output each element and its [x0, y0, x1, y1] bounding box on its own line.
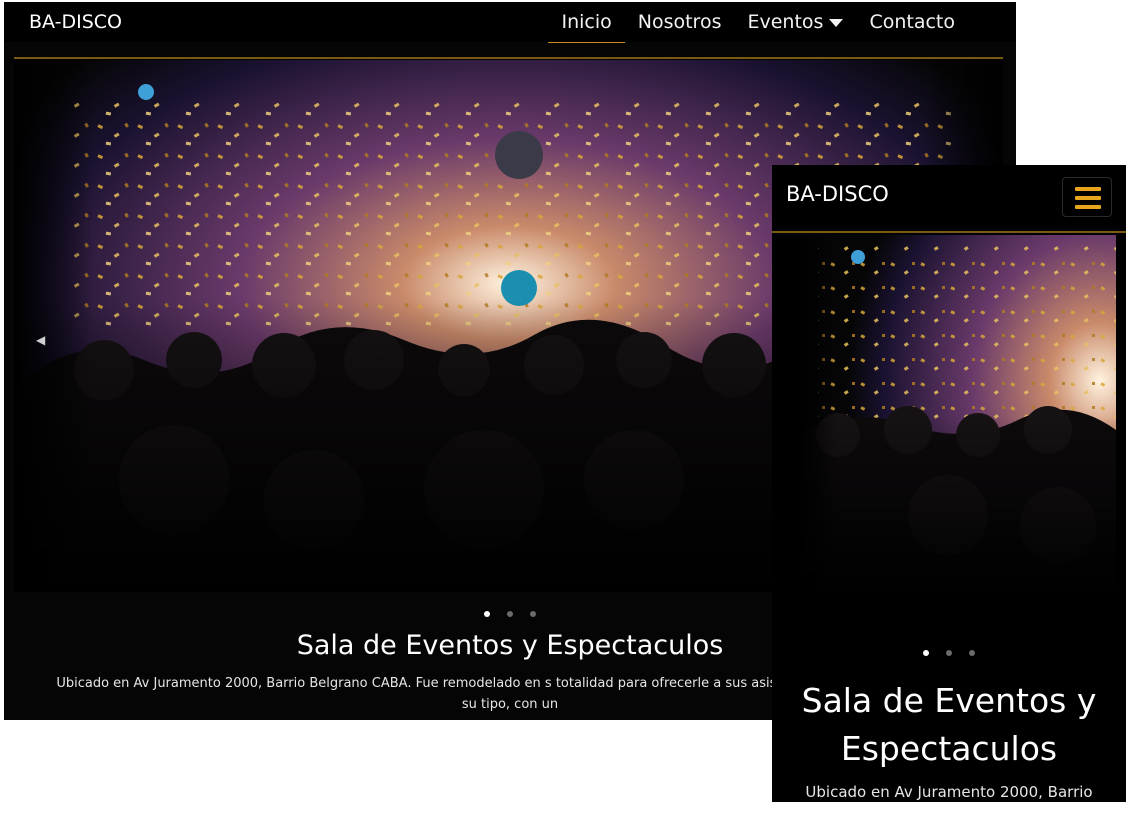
hamburger-menu-button[interactable] [1062, 177, 1112, 217]
hamburger-icon [1075, 187, 1101, 191]
hamburger-icon [1075, 205, 1101, 209]
mobile-view: BA-DISCO Sala de Eventos y Espectaculos … [772, 165, 1126, 802]
navbar: BA-DISCO Inicio Nosotros Eventos Contact… [4, 2, 1016, 43]
mobile-navbar: BA-DISCO [772, 165, 1126, 227]
nav-item-eventos[interactable]: Eventos [734, 11, 856, 33]
mobile-carousel-indicators [772, 641, 1126, 660]
mobile-carousel-image [798, 235, 1116, 599]
nav-item-nosotros[interactable]: Nosotros [625, 11, 735, 33]
nav-divider [14, 57, 1003, 59]
mobile-carousel-caption: Sala de Eventos y Espectaculos Ubicado e… [772, 677, 1126, 801]
carousel-indicator[interactable] [922, 650, 929, 656]
caret-down-icon [829, 18, 844, 27]
brand-logo[interactable]: BA-DISCO [29, 11, 122, 33]
nav-item-eventos-label: Eventos [747, 11, 824, 33]
carousel-indicator[interactable] [946, 650, 952, 656]
mobile-caption-text: Ubicado en Av Juramento 2000, Barrio [805, 783, 1093, 801]
mobile-brand-logo[interactable]: BA-DISCO [786, 182, 889, 206]
hamburger-icon [1075, 196, 1101, 200]
nav-item-contacto[interactable]: Contacto [856, 11, 968, 33]
concert-crowd-image [798, 235, 1116, 599]
nav-item-inicio[interactable]: Inicio [548, 11, 626, 43]
carousel-indicator[interactable] [969, 650, 976, 656]
nav-menu: Inicio Nosotros Eventos Contacto [548, 11, 968, 43]
mobile-caption-title: Sala de Eventos y Espectaculos [801, 681, 1097, 768]
carousel-prev-icon[interactable]: ◀ [36, 333, 45, 347]
mobile-nav-divider [772, 231, 1126, 233]
